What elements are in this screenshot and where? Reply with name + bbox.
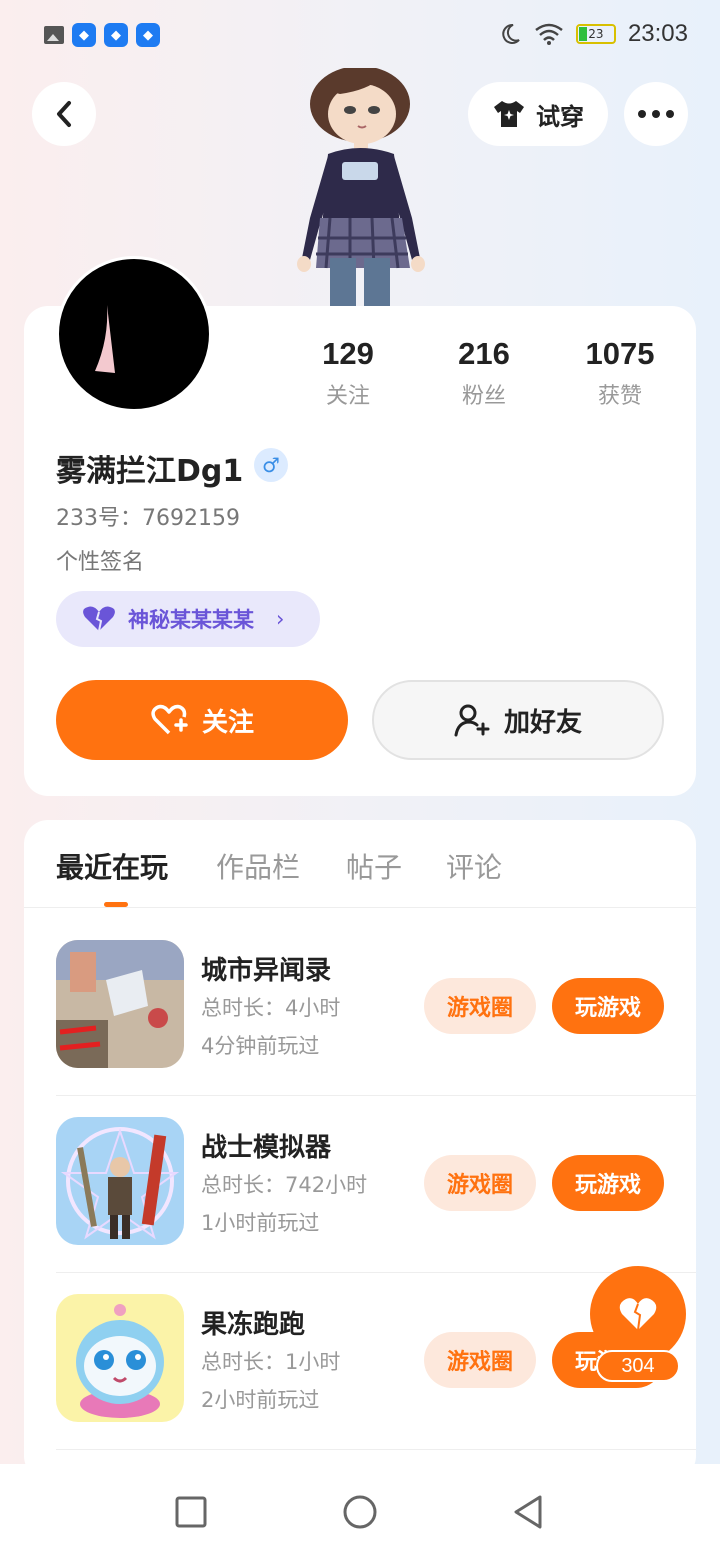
system-nav-bar: [0, 1464, 720, 1560]
battery-level: 23: [588, 27, 604, 41]
stat-value: 216: [458, 336, 510, 371]
username: 雾满拦江Dg1: [56, 454, 244, 489]
battery-icon: 23: [575, 24, 616, 44]
home-button[interactable]: [340, 1494, 380, 1530]
relationship-badge[interactable]: 神秘某某某某 ›: [56, 591, 320, 647]
stat-likes[interactable]: 1075 获赞: [550, 336, 690, 410]
game-name: 果冻跑跑: [201, 1310, 306, 1340]
add-friend-button[interactable]: 加好友: [372, 680, 664, 760]
stat-followers[interactable]: 216 粉丝: [414, 336, 554, 410]
clock: 23:03: [627, 20, 688, 47]
game-row[interactable]: 城市异闻录 总时长：4小时 4分钟前玩过 游戏圈 玩游戏: [56, 920, 696, 1096]
profile-tabs: 最近在玩 作品栏 帖子 评论: [24, 820, 696, 908]
shield-app-icon: ◆: [72, 23, 96, 47]
play-game-button[interactable]: 玩游戏: [552, 1155, 664, 1211]
add-friend-label: 加好友: [503, 707, 582, 738]
system-icons: 23 23:03: [498, 20, 688, 48]
stat-label: 粉丝: [461, 384, 506, 409]
stat-value: 1075: [585, 336, 655, 371]
play-game-button[interactable]: 玩游戏: [552, 978, 664, 1034]
game-name: 战士模拟器: [201, 1133, 332, 1163]
stat-label: 关注: [325, 384, 370, 409]
shield-app-icon: ◆: [136, 23, 160, 47]
game-duration: 总时长：4小时: [201, 996, 341, 1020]
stat-following[interactable]: 129 关注: [278, 336, 418, 410]
tab-posts[interactable]: 帖子: [346, 846, 402, 886]
game-icon[interactable]: [56, 940, 184, 1068]
game-last-played: 4分钟前玩过: [201, 1034, 320, 1058]
tshirt-icon: [494, 101, 524, 127]
game-name: 城市异闻录: [201, 956, 332, 986]
try-on-button[interactable]: 试穿: [468, 82, 608, 146]
stat-value: 129: [322, 336, 374, 371]
follow-label: 关注: [201, 707, 254, 738]
like-button[interactable]: [590, 1266, 686, 1362]
tab-indicator: [104, 902, 128, 907]
heart-plus-icon: [151, 704, 188, 735]
follow-button[interactable]: 关注: [56, 680, 348, 760]
avatar-figure[interactable]: [280, 68, 440, 308]
tab-works[interactable]: 作品栏: [216, 846, 300, 886]
avatar[interactable]: [56, 256, 212, 412]
more-button[interactable]: [624, 82, 688, 146]
moon-icon: [502, 23, 520, 44]
male-gender-icon: ♂: [254, 448, 288, 482]
more-dots-icon: [638, 110, 674, 118]
notification-icons: ◆ ◆ ◆: [44, 23, 160, 47]
stat-label: 获赞: [597, 384, 642, 409]
heart-icon: [619, 1298, 657, 1331]
like-count: 304: [596, 1350, 680, 1382]
game-last-played: 1小时前玩过: [201, 1211, 320, 1235]
recent-apps-button[interactable]: [172, 1494, 212, 1530]
game-icon[interactable]: [56, 1117, 184, 1245]
tab-comments[interactable]: 评论: [446, 846, 502, 886]
badge-label: 神秘某某某某: [128, 608, 254, 632]
game-circle-button[interactable]: 游戏圈: [424, 1155, 536, 1211]
add-user-icon: [454, 704, 490, 737]
game-circle-button[interactable]: 游戏圈: [424, 1332, 536, 1388]
avatar-image: [95, 305, 115, 373]
game-duration: 总时长：1小时: [201, 1350, 341, 1374]
back-button[interactable]: [32, 82, 96, 146]
tab-recent[interactable]: 最近在玩: [56, 846, 168, 886]
heart-icon: [83, 606, 115, 632]
game-icon[interactable]: [56, 1294, 184, 1422]
user-id: 233号：7692159: [56, 506, 240, 531]
image-icon: [44, 26, 64, 44]
status-bar: ◆ ◆ ◆ 23 23:03: [0, 0, 720, 70]
signature: 个性签名: [56, 550, 145, 575]
recent-games-card: 最近在玩 作品栏 帖子 评论 城市异闻录 总时长：4小时 4分钟前玩过 游戏圈 …: [24, 820, 696, 1480]
chevron-right-icon: ›: [276, 607, 285, 631]
game-duration: 总时长：742小时: [201, 1173, 368, 1197]
shield-app-icon: ◆: [104, 23, 128, 47]
try-on-label: 试穿: [536, 102, 584, 131]
game-row[interactable]: 战士模拟器 总时长：742小时 1小时前玩过 游戏圈 玩游戏: [56, 1097, 696, 1273]
game-last-played: 2小时前玩过: [201, 1388, 320, 1412]
back-nav-button[interactable]: [510, 1494, 550, 1530]
chevron-left-icon: [57, 101, 71, 127]
game-circle-button[interactable]: 游戏圈: [424, 978, 536, 1034]
wifi-icon: [535, 23, 563, 45]
